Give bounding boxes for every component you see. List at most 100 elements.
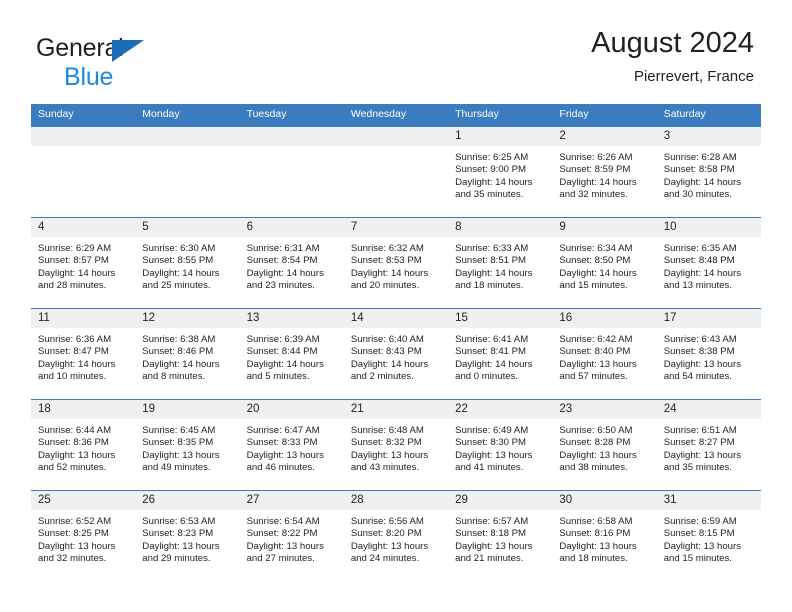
day-cell[interactable]: 11 Sunrise: 6:36 AM Sunset: 8:47 PM Dayligh…: [31, 308, 136, 399]
daylight-text-line1: Daylight: 13 hours: [559, 358, 637, 370]
daylight-text-line1: Daylight: 13 hours: [142, 540, 220, 552]
day-cell[interactable]: 19 Sunrise: 6:45 AM Sunset: 8:35 PM Dayligh…: [135, 399, 240, 490]
day-cell[interactable]: 8 Sunrise: 6:33 AM Sunset: 8:51 PM Daylight…: [448, 217, 553, 308]
calendar-cell: 15 Sunrise: 6:41 AM Sunset: 8:41 PM Dayligh…: [448, 307, 553, 400]
weekday-header-wednesday: Wednesday: [343, 104, 449, 127]
day-cell[interactable]: 18 Sunrise: 6:44 AM Sunset: 8:36 PM Dayligh…: [31, 399, 136, 490]
sunset-text: Sunset: 8:32 PM: [350, 437, 422, 449]
day-number: 3: [656, 126, 761, 146]
day-cell[interactable]: 9 Sunrise: 6:34 AM Sunset: 8:50 PM Daylight…: [552, 217, 657, 308]
day-cell[interactable]: 14 Sunrise: 6:40 AM Sunset: 8:43 PM Dayligh…: [343, 308, 449, 399]
brand-line-1: General: [36, 36, 276, 63]
day-cell[interactable]: 13 Sunrise: 6:39 AM Sunset: 8:44 PM Dayligh…: [239, 308, 344, 399]
sunset-text: Sunset: 8:48 PM: [663, 255, 735, 267]
day-cell[interactable]: 5 Sunrise: 6:30 AM Sunset: 8:55 PM Daylight…: [135, 217, 240, 308]
daylight-text-line1: Daylight: 13 hours: [246, 449, 324, 461]
sunset-text: Sunset: 8:51 PM: [455, 255, 527, 267]
day-cell[interactable]: 6 Sunrise: 6:31 AM Sunset: 8:54 PM Daylight…: [239, 217, 344, 308]
sunrise-text: Sunrise: 6:40 AM: [350, 333, 424, 345]
sunset-text: Sunset: 8:22 PM: [246, 528, 318, 540]
day-number: 24: [656, 399, 761, 419]
day-number: 31: [656, 490, 761, 510]
day-cell[interactable]: 22 Sunrise: 6:49 AM Sunset: 8:30 PM Dayligh…: [448, 399, 553, 490]
day-cell[interactable]: 16 Sunrise: 6:42 AM Sunset: 8:40 PM Dayligh…: [552, 308, 657, 399]
daylight-text-line2: and 32 minutes.: [38, 553, 107, 565]
calendar-cell: 3 Sunrise: 6:28 AM Sunset: 8:58 PM Daylight…: [656, 126, 761, 218]
sunset-text: Sunset: 8:57 PM: [38, 255, 109, 267]
day-cell[interactable]: 25 Sunrise: 6:52 AM Sunset: 8:25 PM Dayligh…: [31, 490, 136, 581]
daylight-text-line1: Daylight: 14 hours: [246, 358, 324, 370]
calendar-cell: 30 Sunrise: 6:58 AM Sunset: 8:16 PM Dayligh…: [552, 489, 657, 581]
day-cell[interactable]: 31 Sunrise: 6:59 AM Sunset: 8:15 PM Dayligh…: [656, 490, 761, 581]
day-cell[interactable]: 7 Sunrise: 6:32 AM Sunset: 8:53 PM Daylight…: [343, 217, 449, 308]
day-cell[interactable]: 28 Sunrise: 6:56 AM Sunset: 8:20 PM Dayligh…: [343, 490, 449, 581]
sunset-text: Sunset: 8:27 PM: [663, 437, 735, 449]
page-title: August 2024: [591, 27, 754, 59]
day-cell[interactable]: 3 Sunrise: 6:28 AM Sunset: 8:58 PM Daylight…: [656, 126, 761, 217]
daylight-text-line2: and 49 minutes.: [142, 462, 211, 474]
calendar-cell: [343, 126, 449, 218]
day-info: Sunrise: 6:35 AM Sunset: 8:48 PM Daylight:…: [657, 237, 761, 293]
daylight-text-line2: and 27 minutes.: [246, 553, 315, 565]
day-cell[interactable]: 27 Sunrise: 6:54 AM Sunset: 8:22 PM Dayligh…: [239, 490, 344, 581]
sunset-text: Sunset: 8:38 PM: [663, 346, 735, 358]
day-info: Sunrise: 6:36 AM Sunset: 8:47 PM Daylight:…: [31, 328, 135, 384]
sunrise-text: Sunrise: 6:34 AM: [559, 242, 633, 254]
sunrise-text: Sunrise: 6:28 AM: [663, 151, 737, 163]
day-cell[interactable]: 20 Sunrise: 6:47 AM Sunset: 8:33 PM Dayligh…: [239, 399, 344, 490]
day-info: Sunrise: 6:40 AM Sunset: 8:43 PM Daylight:…: [344, 328, 448, 384]
daylight-text-line1: Daylight: 14 hours: [38, 358, 116, 370]
day-number: 26: [135, 490, 240, 510]
day-number: 10: [656, 217, 761, 237]
daylight-text-line1: Daylight: 14 hours: [559, 176, 637, 188]
day-cell[interactable]: 24 Sunrise: 6:51 AM Sunset: 8:27 PM Dayligh…: [656, 399, 761, 490]
sunset-text: Sunset: 9:00 PM: [455, 164, 527, 176]
daylight-text-line1: Daylight: 13 hours: [38, 449, 116, 461]
day-number: 27: [239, 490, 344, 510]
day-cell[interactable]: 4 Sunrise: 6:29 AM Sunset: 8:57 PM Daylight…: [31, 217, 136, 308]
day-info: Sunrise: 6:32 AM Sunset: 8:53 PM Daylight:…: [344, 237, 448, 293]
daylight-text-line2: and 0 minutes.: [455, 371, 519, 383]
daylight-text-line1: Daylight: 14 hours: [455, 358, 533, 370]
day-number: 15: [448, 308, 553, 328]
general-blue-logo: General Blue: [36, 36, 276, 92]
day-number: 2: [552, 126, 657, 146]
calendar-cell: 31 Sunrise: 6:59 AM Sunset: 8:15 PM Dayligh…: [656, 489, 761, 581]
daylight-text-line2: and 21 minutes.: [455, 553, 524, 565]
daylight-text-line1: Daylight: 14 hours: [38, 267, 116, 279]
day-cell[interactable]: 29 Sunrise: 6:57 AM Sunset: 8:18 PM Dayligh…: [448, 490, 553, 581]
sunrise-text: Sunrise: 6:35 AM: [663, 242, 737, 254]
daylight-text-line2: and 57 minutes.: [559, 371, 628, 383]
day-cell[interactable]: 23 Sunrise: 6:50 AM Sunset: 8:28 PM Dayligh…: [552, 399, 657, 490]
sunset-text: Sunset: 8:54 PM: [246, 255, 318, 267]
day-cell[interactable]: 17 Sunrise: 6:43 AM Sunset: 8:38 PM Dayligh…: [656, 308, 761, 399]
day-cell[interactable]: 26 Sunrise: 6:53 AM Sunset: 8:23 PM Dayligh…: [135, 490, 240, 581]
calendar-week-row: 1 Sunrise: 6:25 AM Sunset: 9:00 PM Daylight…: [31, 126, 761, 218]
daylight-text-line2: and 15 minutes.: [663, 553, 732, 565]
weekday-header-monday: Monday: [135, 104, 240, 127]
day-cell-empty: [31, 126, 136, 217]
day-cell[interactable]: 15 Sunrise: 6:41 AM Sunset: 8:41 PM Dayligh…: [448, 308, 553, 399]
calendar-cell: 7 Sunrise: 6:32 AM Sunset: 8:53 PM Daylight…: [343, 216, 449, 309]
day-number: 20: [239, 399, 344, 419]
day-cell[interactable]: 10 Sunrise: 6:35 AM Sunset: 8:48 PM Dayligh…: [656, 217, 761, 308]
sunset-text: Sunset: 8:43 PM: [350, 346, 422, 358]
daylight-text-line2: and 18 minutes.: [559, 553, 628, 565]
day-info: Sunrise: 6:49 AM Sunset: 8:30 PM Daylight:…: [448, 419, 552, 475]
calendar-page: General Blue August 2024 Pierrevert, Fra…: [0, 0, 792, 612]
day-number: [239, 126, 344, 146]
calendar-week-row: 18 Sunrise: 6:44 AM Sunset: 8:36 PM Dayligh…: [31, 398, 761, 491]
day-info: Sunrise: 6:25 AM Sunset: 9:00 PM Daylight:…: [448, 146, 552, 202]
calendar-cell: 28 Sunrise: 6:56 AM Sunset: 8:20 PM Dayligh…: [343, 489, 449, 581]
daylight-text-line1: Daylight: 13 hours: [663, 358, 742, 370]
daylight-text-line2: and 43 minutes.: [350, 462, 420, 474]
day-cell[interactable]: 21 Sunrise: 6:48 AM Sunset: 8:32 PM Dayligh…: [343, 399, 449, 490]
day-cell[interactable]: 12 Sunrise: 6:38 AM Sunset: 8:46 PM Dayligh…: [135, 308, 240, 399]
day-cell[interactable]: 30 Sunrise: 6:58 AM Sunset: 8:16 PM Dayligh…: [552, 490, 657, 581]
daylight-text-line2: and 13 minutes.: [663, 280, 732, 292]
day-info: Sunrise: 6:48 AM Sunset: 8:32 PM Daylight:…: [344, 419, 448, 475]
day-cell[interactable]: 2 Sunrise: 6:26 AM Sunset: 8:59 PM Daylight…: [552, 126, 657, 217]
day-cell[interactable]: 1 Sunrise: 6:25 AM Sunset: 9:00 PM Daylight…: [448, 126, 553, 217]
day-number: 6: [239, 217, 344, 237]
daylight-text-line2: and 2 minutes.: [350, 371, 414, 383]
